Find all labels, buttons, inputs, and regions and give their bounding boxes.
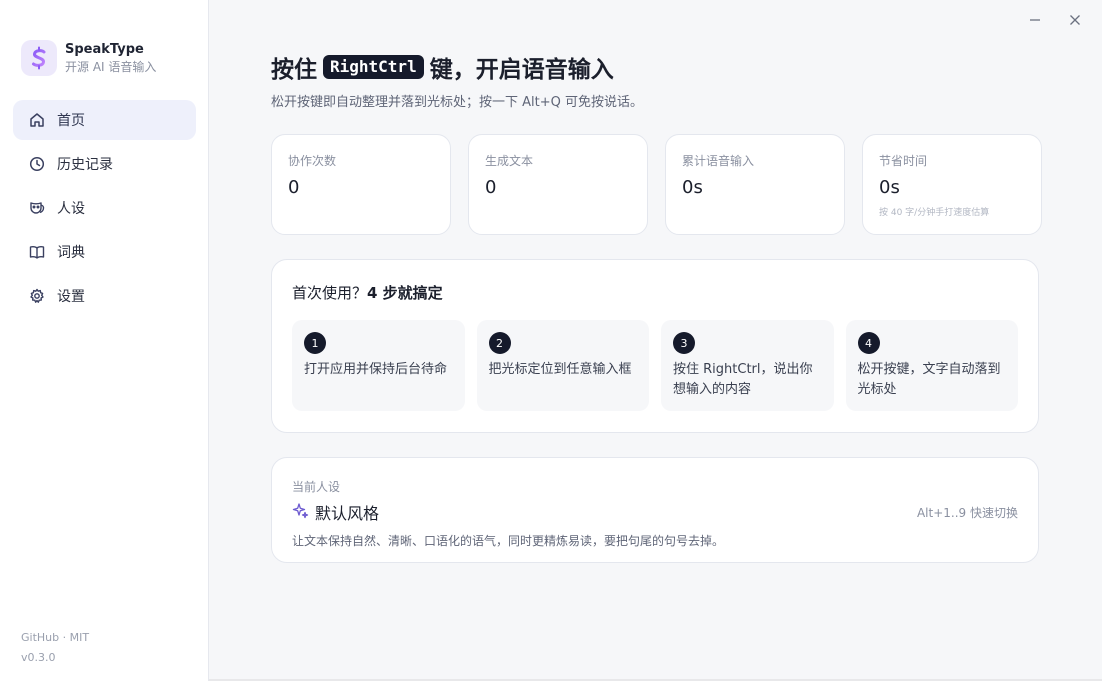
persona-name: 默认风格 (315, 504, 380, 523)
sidebar-item-label: 设置 (57, 289, 85, 305)
minimize-icon (1030, 19, 1040, 21)
clock-icon (28, 155, 46, 173)
stat-label: 协作次数 (288, 154, 337, 168)
page-title: 按住 RightCtrl 键，开启语音输入 (271, 50, 614, 84)
sidebar-item-label: 首页 (57, 113, 85, 129)
onboarding-title-prefix: 首次使用？ (292, 284, 368, 302)
step-number: 4 (857, 332, 880, 354)
stat-label: 累计语音输入 (682, 154, 755, 168)
close-button[interactable] (1064, 10, 1086, 30)
footer-links[interactable]: GitHub · MIT (21, 628, 89, 648)
minimize-button[interactable] (1024, 10, 1046, 30)
version-label: v0.3.0 (21, 651, 56, 664)
stats-row: 协作次数 0 生成文本 0 累计语音输入 0s 节省时间 0s 按 40 字/分… (271, 134, 1042, 235)
sidebar-item-label: 人设 (57, 201, 85, 217)
brand-name: SpeakType (65, 42, 144, 57)
stat-card-saved: 节省时间 0s 按 40 字/分钟手打速度估算 (862, 134, 1042, 235)
step-text: 把光标定位到任意输入框 (488, 362, 632, 377)
sidebar-footer: GitHub · MIT v0.3.0 (21, 628, 89, 668)
stat-label: 生成文本 (485, 154, 534, 168)
persona-shortcut-hint: Alt+1..9 快速切换 (916, 506, 1018, 520)
hotkey-badge: RightCtrl (323, 55, 424, 79)
sparkle-icon (292, 502, 309, 523)
stat-value: 0 (288, 177, 300, 198)
step-item: 1 打开应用并保持后台待命 (292, 320, 465, 411)
sidebar-item-history[interactable]: 历史记录 (13, 144, 196, 184)
sidebar-item-settings[interactable]: 设置 (13, 276, 196, 316)
current-persona-card[interactable]: 当前人设 默认风格 Alt+1..9 快速切换 让文本保持自然、清晰、口语化的语… (271, 457, 1039, 563)
stat-label: 节省时间 (879, 154, 928, 168)
page-subtitle: 松开按键即自动整理并落到光标处；按一下 Alt+Q 可免按说话。 (271, 95, 643, 110)
step-text: 打开应用并保持后台待命 (304, 362, 448, 377)
step-item: 3 按住 RightCtrl，说出你想输入的内容 (661, 320, 834, 411)
book-icon (28, 243, 46, 261)
brand-subtitle: 开源 AI 语音输入 (65, 60, 157, 74)
stat-card-voice: 累计语音输入 0s (665, 134, 845, 235)
mask-icon (28, 199, 46, 217)
sidebar-item-label: 历史记录 (57, 157, 113, 173)
step-number: 3 (673, 332, 695, 354)
onboarding-card: 首次使用？4 步就搞定 1 打开应用并保持后台待命 2 把光标定位到任意输入框 … (271, 259, 1039, 433)
step-text: 松开按键，文字自动落到光标处 (857, 362, 1001, 397)
sidebar-nav: 首页 历史记录 人设 词典 设置 (13, 100, 196, 320)
step-number: 2 (488, 332, 511, 354)
stat-note: 按 40 字/分钟手打速度估算 (879, 208, 990, 218)
persona-description: 让文本保持自然、清晰、口语化的语气，同时更精炼易读，要把句尾的句号去掉。 (292, 534, 725, 548)
step-item: 2 把光标定位到任意输入框 (476, 320, 649, 411)
brand: SpeakType 开源 AI 语音输入 (21, 40, 156, 76)
sidebar-item-dictionary[interactable]: 词典 (13, 232, 196, 272)
gear-icon (28, 287, 46, 305)
onboarding-title-strong: 4 步就搞定 (367, 284, 443, 302)
step-item: 4 松开按键，文字自动落到光标处 (845, 320, 1018, 411)
stat-card-collab: 协作次数 0 (271, 134, 451, 235)
close-icon (1070, 15, 1080, 25)
stat-value: 0s (879, 177, 900, 198)
stat-card-text: 生成文本 0 (468, 134, 648, 235)
sidebar: SpeakType 开源 AI 语音输入 首页 历史记录 人设 词典 设置 Gi… (0, 0, 209, 681)
onboarding-title: 首次使用？4 步就搞定 (292, 282, 1018, 303)
step-number: 1 (304, 332, 326, 354)
logo-icon (21, 40, 57, 76)
steps-list: 1 打开应用并保持后台待命 2 把光标定位到任意输入框 3 按住 RightCt… (292, 320, 1018, 411)
step-text: 按住 RightCtrl，说出你想输入的内容 (673, 362, 813, 397)
title-suffix: 键，开启语音输入 (429, 57, 614, 83)
persona-label: 当前人设 (292, 480, 341, 494)
home-icon (28, 111, 46, 129)
sidebar-item-home[interactable]: 首页 (13, 100, 196, 140)
sidebar-item-persona[interactable]: 人设 (13, 188, 196, 228)
window-controls (1024, 10, 1086, 30)
sidebar-item-label: 词典 (57, 245, 85, 261)
title-prefix: 按住 (271, 57, 317, 83)
stat-value: 0s (682, 177, 703, 198)
stat-value: 0 (485, 177, 497, 198)
